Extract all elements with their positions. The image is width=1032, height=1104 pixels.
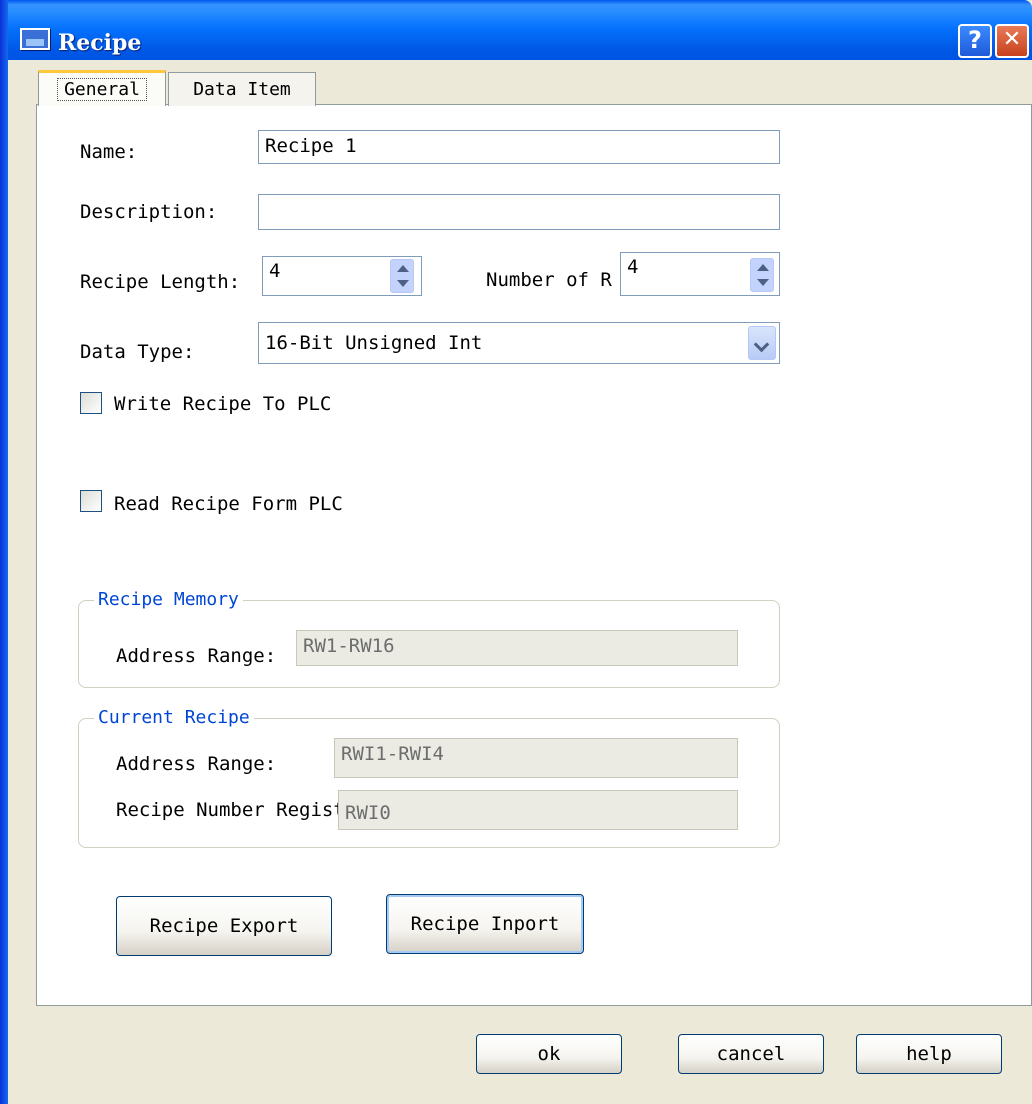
spin-up-icon (397, 265, 409, 272)
recipe-number-register-field: RWI0 (338, 790, 738, 830)
current-address-range-field: RWI1-RWI4 (334, 738, 738, 778)
recipe-number-register-label: Recipe Number Regist (116, 799, 345, 821)
write-recipe-checkbox[interactable] (80, 392, 102, 414)
write-recipe-label[interactable]: Write Recipe To PLC (114, 392, 331, 416)
window-icon (20, 28, 50, 50)
window-left-border (0, 0, 8, 1104)
current-address-range-label: Address Range: (116, 753, 277, 775)
recipe-length-label: Recipe Length: (80, 271, 241, 293)
number-of-recipes-spinner[interactable] (750, 258, 774, 292)
close-icon: ✕ (1002, 27, 1022, 52)
data-type-label: Data Type: (80, 341, 195, 363)
spin-down-icon (757, 279, 769, 286)
ok-button[interactable]: ok (476, 1034, 622, 1074)
recipe-length-spinner[interactable] (390, 259, 414, 293)
data-type-select[interactable]: 16-Bit Unsigned Int (258, 322, 780, 364)
memory-address-range-label: Address Range: (116, 645, 277, 667)
tab-data-item[interactable]: Data Item (168, 72, 316, 106)
description-label: Description: (80, 201, 218, 223)
help-button[interactable]: help (856, 1034, 1002, 1074)
number-of-recipes-label: Number of R (486, 269, 612, 291)
title-bar[interactable] (0, 0, 1032, 60)
current-recipe-title: Current Recipe (94, 706, 254, 730)
memory-address-range-field: RW1-RW16 (296, 630, 738, 666)
cancel-button[interactable]: cancel (678, 1034, 824, 1074)
tab-general-label: General (57, 78, 147, 101)
spin-down-icon (397, 280, 409, 287)
window-title: Recipe (58, 30, 142, 56)
read-recipe-label[interactable]: Read Recipe Form PLC (114, 492, 343, 516)
name-input[interactable]: Recipe 1 (258, 130, 780, 164)
help-title-button[interactable]: ? (958, 24, 992, 58)
recipe-import-button[interactable]: Recipe Inport (386, 894, 584, 954)
close-button[interactable]: ✕ (995, 24, 1029, 58)
description-input[interactable] (258, 194, 780, 230)
chevron-down-icon[interactable] (748, 326, 776, 360)
question-mark-icon: ? (968, 26, 982, 54)
general-tab-panel (36, 104, 1032, 1006)
tab-data-item-label: Data Item (193, 79, 291, 100)
name-label: Name: (80, 141, 138, 163)
spin-up-icon (757, 264, 769, 271)
recipe-memory-title: Recipe Memory (94, 588, 243, 612)
read-recipe-checkbox[interactable] (80, 490, 102, 512)
recipe-export-button[interactable]: Recipe Export (116, 896, 332, 956)
tab-general[interactable]: General (38, 70, 166, 106)
